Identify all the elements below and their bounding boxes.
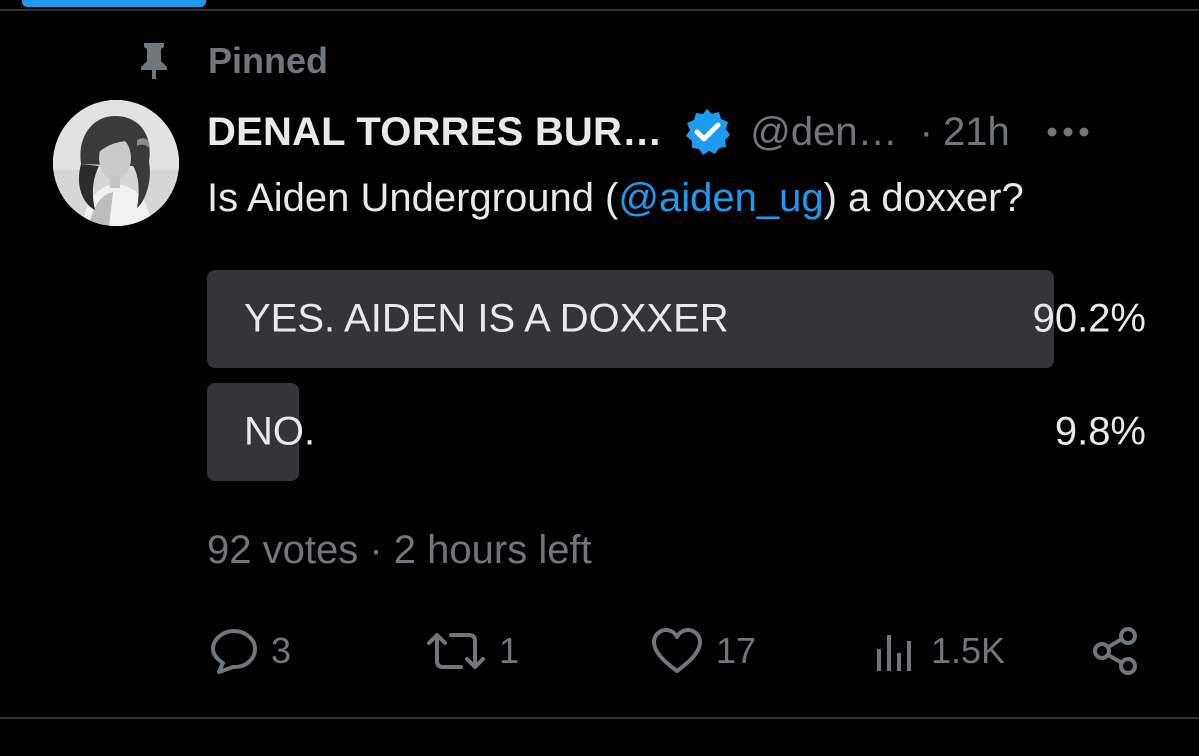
- author-name[interactable]: DENAL TORRES BUR…: [207, 110, 662, 155]
- post-text-before: Is Aiden Underground (: [207, 176, 619, 220]
- post-header: DENAL TORRES BUR… @den… · 21h: [207, 104, 1090, 160]
- avatar-image: [53, 100, 179, 226]
- repost-count: 1: [499, 630, 520, 671]
- post-timestamp[interactable]: 21h: [943, 110, 1010, 155]
- share-button[interactable]: [1090, 620, 1140, 682]
- mention-link[interactable]: @aiden_ug: [618, 176, 823, 220]
- pin-icon: [141, 43, 167, 79]
- header-separator: ·: [919, 109, 933, 154]
- share-icon: [1093, 627, 1137, 675]
- poll-option-percent: 90.2%: [1032, 296, 1146, 341]
- avatar[interactable]: [53, 100, 179, 226]
- poll-option-label: NO.: [244, 409, 316, 454]
- reply-count: 3: [271, 630, 292, 671]
- poll-time-left: 2 hours left: [393, 528, 592, 572]
- author-handle[interactable]: @den…: [750, 110, 897, 155]
- post-text-after: ) a doxxer?: [823, 176, 1024, 220]
- views-bar-chart-icon: [877, 635, 911, 671]
- poll-option-no[interactable]: NO. 9.8%: [207, 383, 1146, 481]
- poll-meta-separator: ·: [369, 528, 383, 572]
- like-button[interactable]: 17: [650, 620, 756, 682]
- pinned-label: Pinned: [208, 40, 329, 81]
- poll-meta: 92 votes · 2 hours left: [207, 528, 592, 573]
- pinned-indicator: Pinned: [138, 38, 328, 84]
- poll-votes: 92 votes: [207, 528, 359, 572]
- heart-icon: [652, 628, 702, 673]
- verified-badge-icon[interactable]: [682, 107, 732, 157]
- post-text: Is Aiden Underground (@aiden_ug) a doxxe…: [207, 176, 1024, 221]
- views-button[interactable]: 1.5K: [875, 620, 1005, 682]
- more-dots-icon[interactable]: [1046, 125, 1090, 139]
- reply-button[interactable]: 3: [209, 620, 291, 682]
- views-count: 1.5K: [931, 630, 1006, 671]
- active-tab-indicator: [22, 0, 206, 7]
- bottom-divider: [0, 717, 1199, 719]
- post-screen: Pinned DENAL TORRES BUR… @den… · 21h Is …: [0, 0, 1199, 756]
- repost-button[interactable]: 1: [425, 620, 519, 682]
- reply-bubble-icon: [211, 629, 257, 674]
- like-count: 17: [716, 630, 757, 671]
- top-divider: [0, 9, 1199, 11]
- action-bar: 3 1 17 1.5K: [0, 620, 1199, 682]
- poll-option-yes[interactable]: YES. AIDEN IS A DOXXER 90.2%: [207, 270, 1146, 368]
- poll-option-label: YES. AIDEN IS A DOXXER: [244, 296, 729, 341]
- poll-option-percent: 9.8%: [1054, 409, 1146, 454]
- repost-icon: [427, 633, 485, 669]
